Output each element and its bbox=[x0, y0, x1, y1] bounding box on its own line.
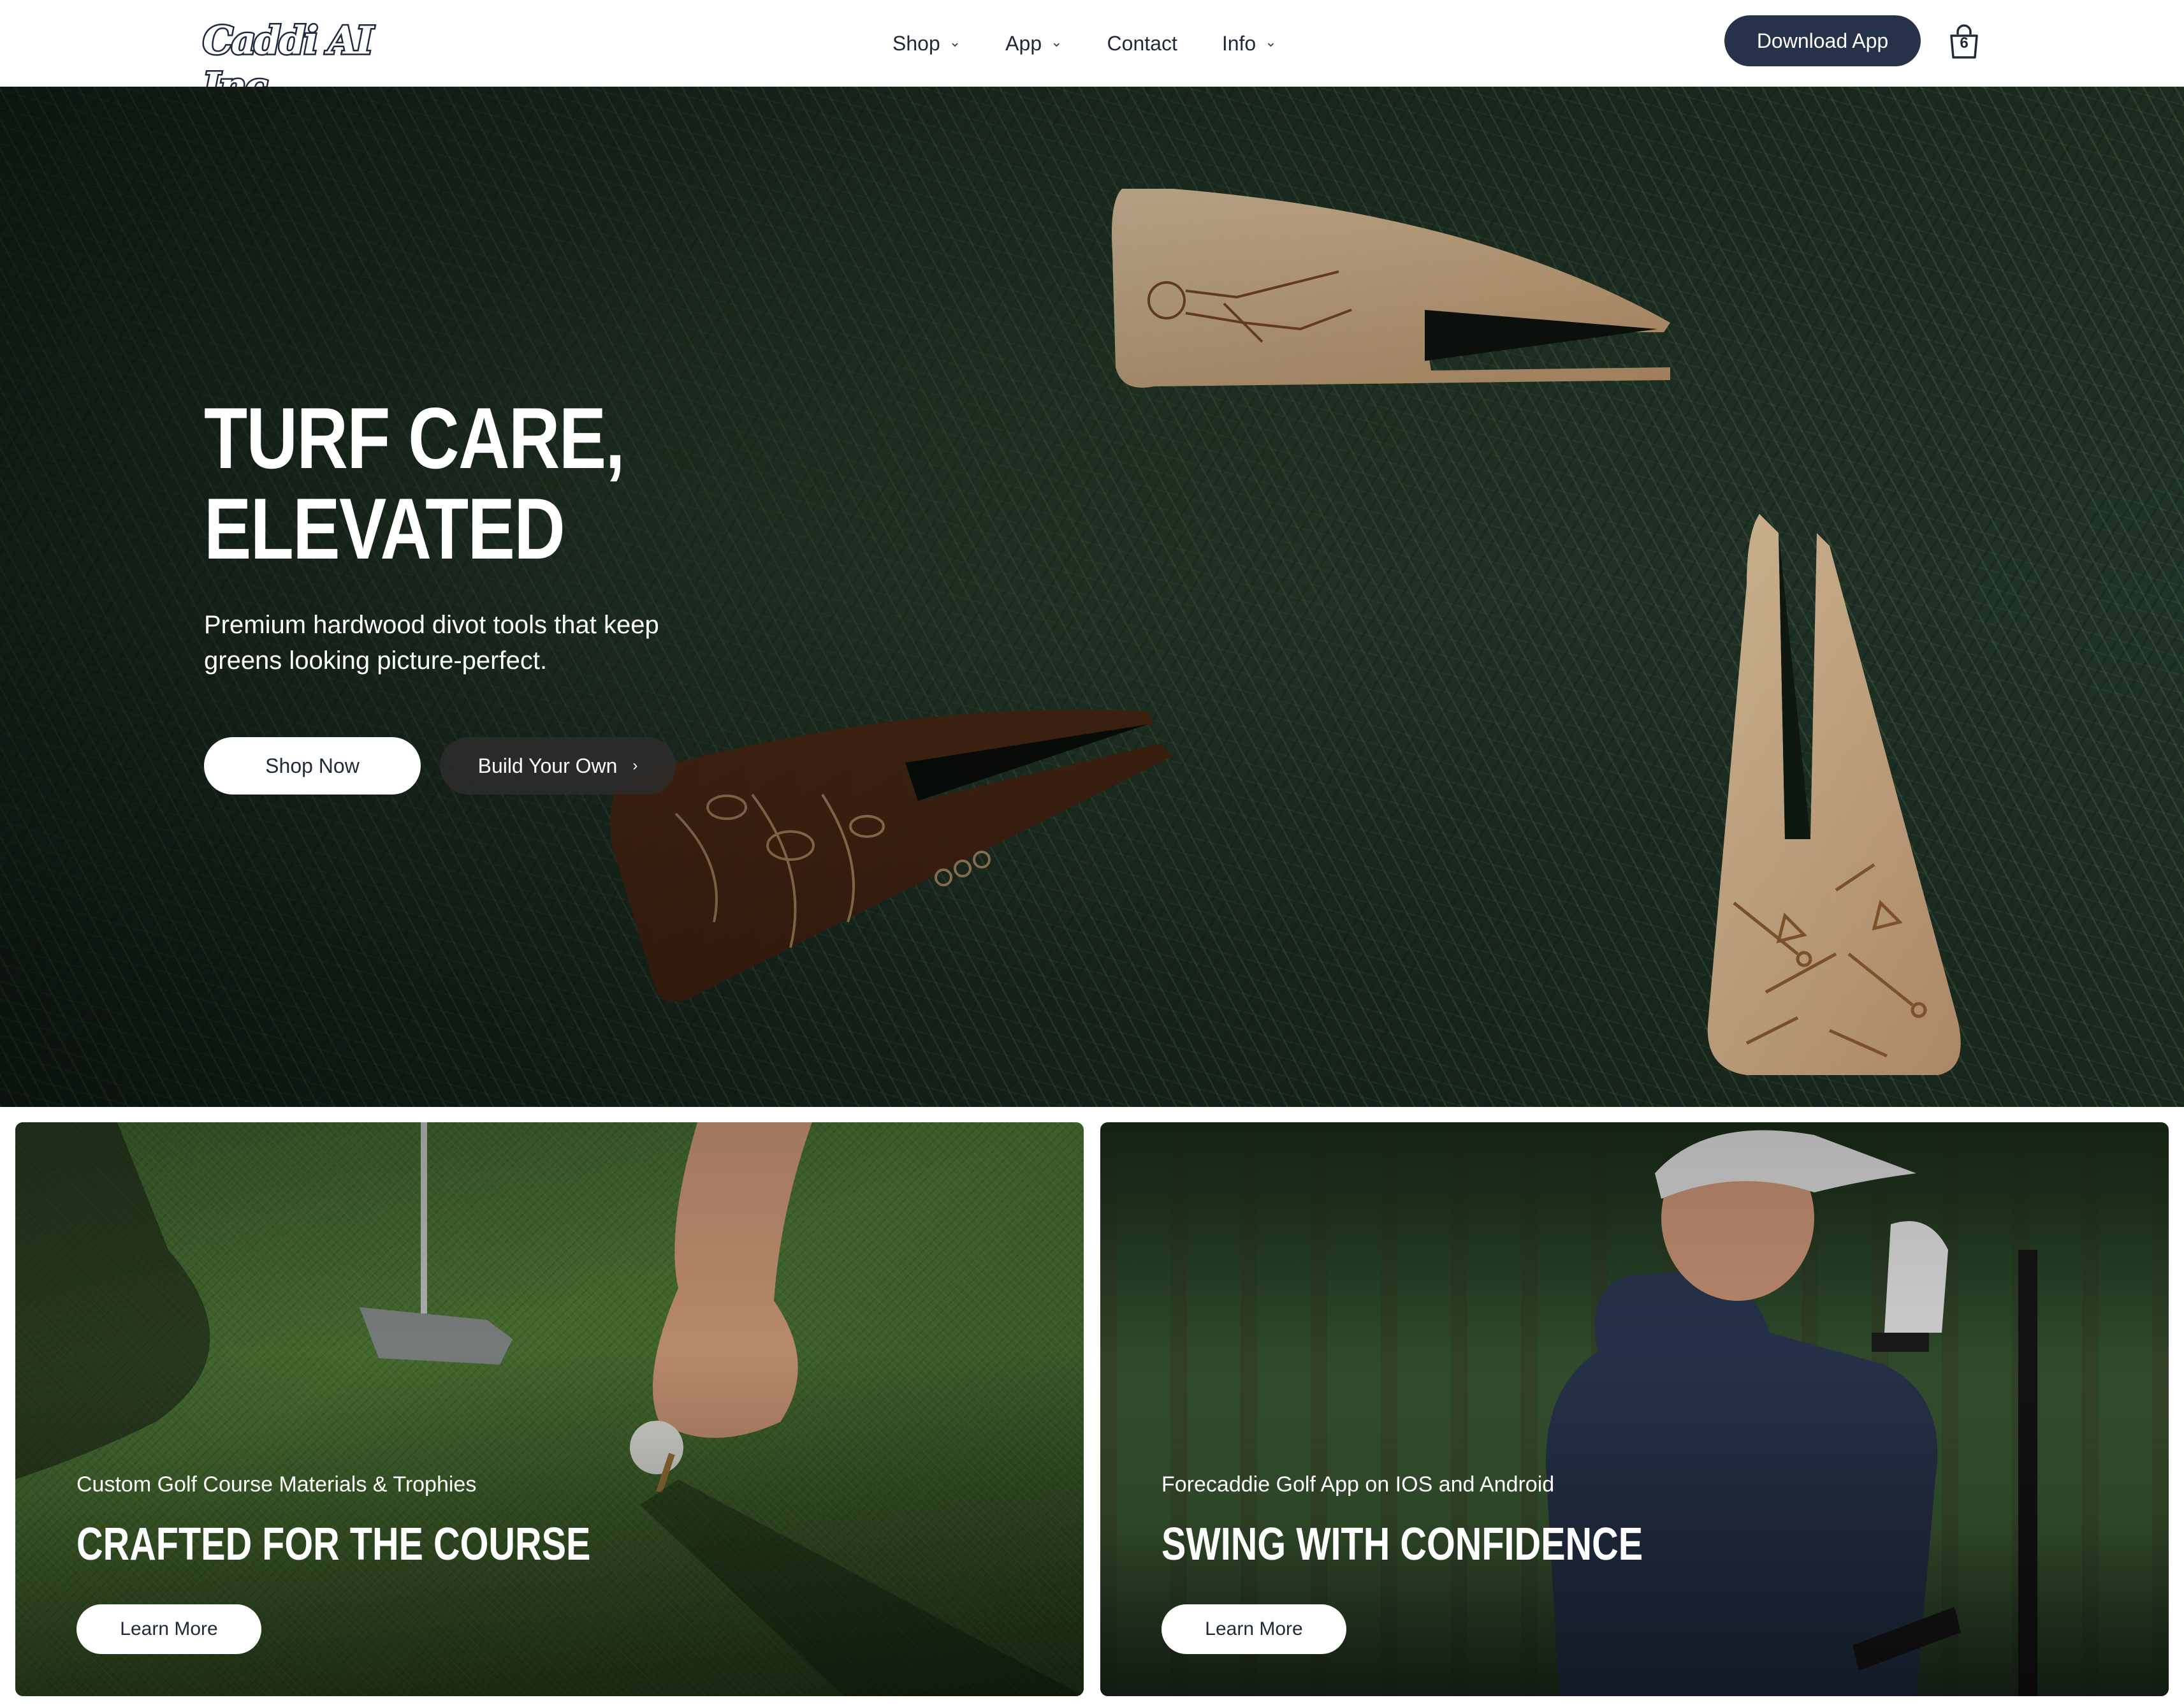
cart-count-badge: 6 bbox=[1960, 34, 1969, 52]
hero-subtitle: Premium hardwood divot tools that keep g… bbox=[204, 611, 659, 675]
nav-label-info: Info bbox=[1221, 31, 1256, 55]
hero-title-line-2: ELEVATED bbox=[204, 480, 565, 577]
card-content: Custom Golf Course Materials & Trophies … bbox=[76, 1470, 719, 1654]
download-app-button[interactable]: Download App bbox=[1724, 15, 1921, 66]
hero-banner: TURF CARE, ELEVATED Premium hardwood div… bbox=[0, 87, 2184, 1107]
card-eyebrow: Forecaddie Golf App on IOS and Android bbox=[1161, 1472, 1555, 1497]
hero-content: TURF CARE, ELEVATED Premium hardwood div… bbox=[204, 393, 905, 795]
hero-title-line-1: TURF CARE, bbox=[204, 390, 625, 487]
card-content: Forecaddie Golf App on IOS and Android S… bbox=[1161, 1470, 1763, 1654]
shop-now-button[interactable]: Shop Now bbox=[204, 737, 421, 795]
chevron-down-icon: ⌄ bbox=[949, 34, 961, 50]
build-your-own-label: Build Your Own bbox=[477, 754, 618, 777]
cart-button[interactable]: 6 bbox=[1947, 24, 1981, 60]
logo[interactable]: Caddi AI Inc bbox=[201, 17, 375, 111]
nav-item-shop[interactable]: Shop ⌄ bbox=[892, 24, 961, 62]
card-title: CRAFTED FOR THE COURSE bbox=[76, 1519, 591, 1570]
nav-label-shop: Shop bbox=[892, 31, 940, 55]
nav-item-contact[interactable]: Contact bbox=[1107, 24, 1177, 62]
build-your-own-button[interactable]: Build Your Own › bbox=[440, 737, 676, 795]
nav-label-contact: Contact bbox=[1107, 31, 1177, 55]
hero-buttons: Shop Now Build Your Own › bbox=[204, 737, 905, 795]
learn-more-button[interactable]: Learn More bbox=[1161, 1604, 1346, 1654]
card-eyebrow: Custom Golf Course Materials & Trophies bbox=[76, 1472, 477, 1497]
nav-item-info[interactable]: Info ⌄ bbox=[1222, 24, 1277, 62]
nav-label-app: App bbox=[1005, 31, 1042, 55]
chevron-right-icon: › bbox=[632, 757, 638, 774]
feature-card-course-materials: Custom Golf Course Materials & Trophies … bbox=[15, 1122, 1084, 1696]
hero-title: TURF CARE, ELEVATED bbox=[204, 393, 779, 574]
learn-more-button[interactable]: Learn More bbox=[76, 1604, 261, 1654]
nav-item-app[interactable]: App ⌄ bbox=[1005, 24, 1062, 62]
card-title: SWING WITH CONFIDENCE bbox=[1161, 1519, 1643, 1570]
main-nav: Shop ⌄ App ⌄ Contact Info ⌄ bbox=[892, 24, 1321, 62]
feature-card-golf-app: Forecaddie Golf App on IOS and Android S… bbox=[1100, 1122, 2169, 1696]
site-header: Caddi AI Inc Shop ⌄ App ⌄ Contact Info ⌄… bbox=[0, 0, 2184, 111]
chevron-down-icon: ⌄ bbox=[1051, 34, 1063, 50]
chevron-down-icon: ⌄ bbox=[1265, 34, 1277, 50]
